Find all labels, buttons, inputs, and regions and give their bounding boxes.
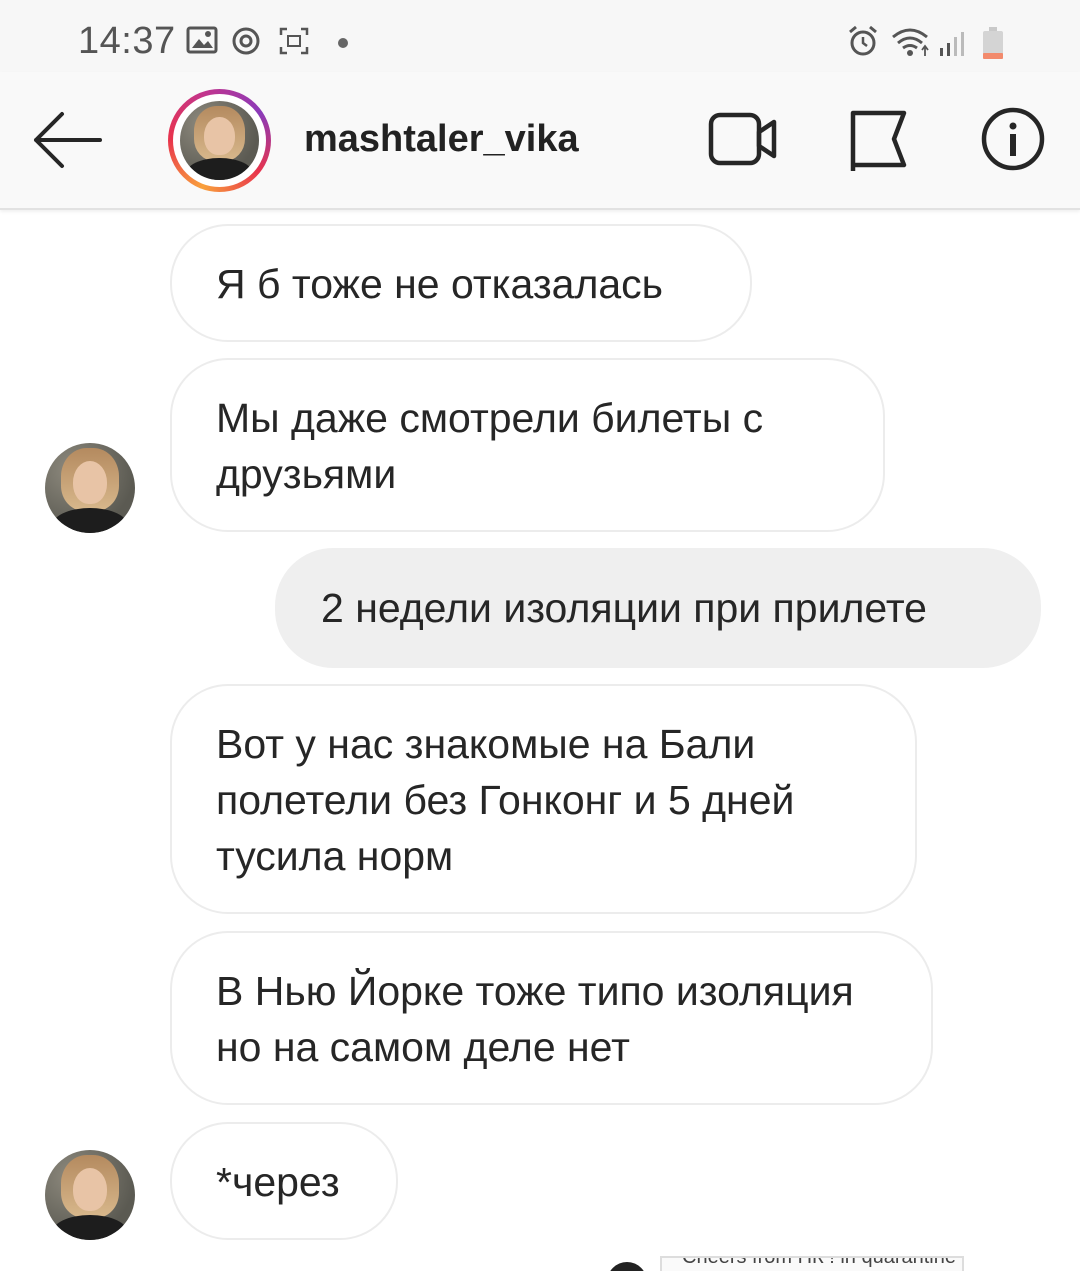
shared-post-avatar bbox=[607, 1262, 647, 1271]
message-bubble-incoming[interactable]: Я б тоже не отказалась bbox=[170, 224, 752, 342]
chat-screen: 14:37 mashtaler_vika Я б тоже не отказал… bbox=[0, 0, 1080, 1271]
message-text: В Нью Йорке тоже типо изоляция но на сам… bbox=[216, 968, 854, 1070]
message-text: Вот у нас знакомые на Бали полетели без … bbox=[216, 721, 795, 879]
notification-dot bbox=[338, 38, 348, 48]
battery-icon bbox=[983, 27, 1003, 59]
sender-avatar[interactable] bbox=[45, 1150, 135, 1240]
avatar-photo bbox=[180, 101, 259, 180]
back-arrow-icon[interactable] bbox=[30, 108, 104, 172]
status-bar: 14:37 bbox=[0, 0, 1080, 72]
conversation-header: mashtaler_vika bbox=[0, 72, 1080, 210]
signal-icon bbox=[940, 32, 964, 56]
status-time: 14:37 bbox=[78, 20, 176, 62]
message-text: Мы даже смотрели билеты с друзьями bbox=[216, 395, 764, 497]
message-text: Я б тоже не отказалась bbox=[216, 261, 664, 307]
message-bubble-incoming[interactable]: Вот у нас знакомые на Бали полетели без … bbox=[170, 684, 917, 914]
info-icon[interactable] bbox=[980, 106, 1046, 172]
message-bubble-incoming[interactable]: *через bbox=[170, 1122, 398, 1240]
message-bubble-incoming[interactable]: Мы даже смотрели билеты с друзьями bbox=[170, 358, 885, 532]
image-icon bbox=[186, 26, 218, 54]
wifi-icon bbox=[892, 28, 929, 56]
sender-avatar[interactable] bbox=[45, 443, 135, 533]
conversation-username[interactable]: mashtaler_vika bbox=[304, 118, 579, 161]
screenshot-icon bbox=[279, 27, 309, 55]
message-bubble-outgoing[interactable]: 2 недели изоляции при прилете bbox=[275, 548, 1041, 668]
sync-icon bbox=[232, 27, 260, 55]
message-text: 2 недели изоляции при прилете bbox=[321, 585, 927, 631]
message-text: *через bbox=[216, 1159, 340, 1205]
shared-post-preview[interactable]: Cheers from НК ! in quarantine bbox=[660, 1256, 964, 1271]
alarm-icon bbox=[849, 25, 877, 56]
profile-avatar[interactable] bbox=[168, 89, 271, 192]
shared-post-caption: Cheers from НК ! in quarantine bbox=[682, 1256, 956, 1268]
message-bubble-incoming[interactable]: В Нью Йорке тоже типо изоляция но на сам… bbox=[170, 931, 933, 1105]
video-call-icon[interactable] bbox=[708, 110, 782, 170]
flag-icon[interactable] bbox=[846, 108, 910, 174]
